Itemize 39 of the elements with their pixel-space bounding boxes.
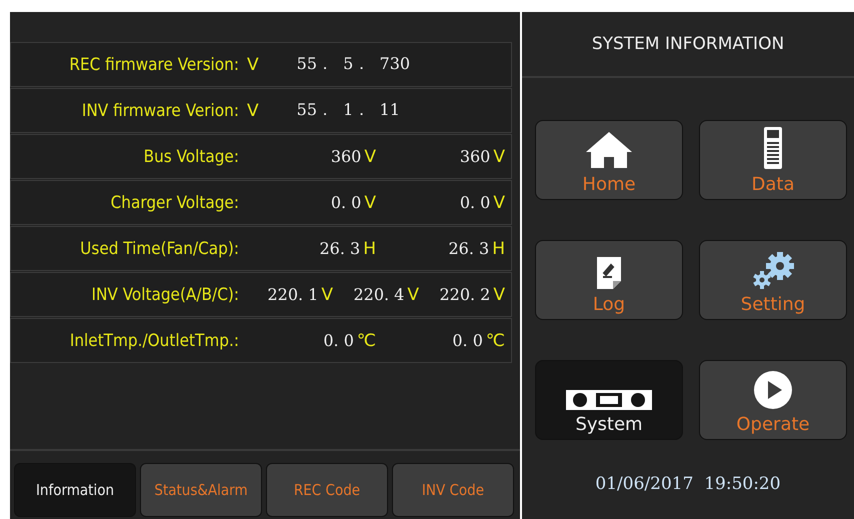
reading-value: 0. 0 V bbox=[330, 192, 376, 212]
reading-value: 220. 1 V bbox=[266, 284, 333, 304]
reading-value: 26. 3 H bbox=[318, 238, 376, 258]
nav-button[interactable]: Operate bbox=[699, 360, 847, 440]
reading-value: 0. 0 ℃ bbox=[322, 330, 376, 350]
document-icon bbox=[596, 256, 622, 290]
row-label: Charger Voltage: bbox=[110, 192, 239, 212]
tab[interactable]: REC Code bbox=[266, 463, 388, 517]
panel-title: SYSTEM INFORMATION bbox=[522, 12, 854, 78]
phone-icon bbox=[763, 126, 783, 170]
tab[interactable]: INV Code bbox=[392, 463, 514, 517]
row-label: Used Time(Fan/Cap): bbox=[79, 238, 239, 258]
reading-value: 0. 0 V bbox=[458, 192, 505, 212]
tab[interactable]: Status&Alarm bbox=[140, 463, 262, 517]
version-prefix: V bbox=[247, 54, 259, 74]
version-value: 55． 1． 11 bbox=[296, 100, 400, 121]
reading-value: 26. 3 H bbox=[447, 238, 505, 258]
nav-button[interactable]: Setting bbox=[699, 240, 847, 320]
date-time: 01/06/2017 19:50:20 bbox=[594, 474, 782, 494]
row-label: INV Voltage(A/B/C): bbox=[90, 284, 239, 304]
tab[interactable]: Information bbox=[14, 463, 136, 517]
device-icon bbox=[566, 390, 652, 410]
version-prefix: V bbox=[247, 100, 259, 120]
nav-button[interactable]: Log bbox=[535, 240, 683, 320]
reading-value: 360 V bbox=[330, 146, 376, 166]
row-label: Bus Voltage: bbox=[142, 146, 239, 166]
reading-value: 0. 0 ℃ bbox=[451, 330, 505, 350]
play-icon bbox=[753, 370, 793, 410]
version-value: 55． 5． 730 bbox=[296, 54, 410, 75]
nav-button[interactable]: System bbox=[535, 360, 683, 440]
house-icon bbox=[584, 130, 634, 170]
reading-value: 220. 4 V bbox=[352, 284, 419, 304]
row-label: INV firmware Verion: bbox=[80, 100, 239, 120]
row-label: REC firmware Version: bbox=[68, 54, 239, 74]
nav-button[interactable]: Home bbox=[535, 120, 683, 200]
reading-value: 220. 2 V bbox=[438, 284, 505, 304]
reading-value: 360 V bbox=[458, 146, 505, 166]
nav-button[interactable]: Data bbox=[699, 120, 847, 200]
row-label: InletTmp./OutletTmp.: bbox=[68, 330, 239, 350]
